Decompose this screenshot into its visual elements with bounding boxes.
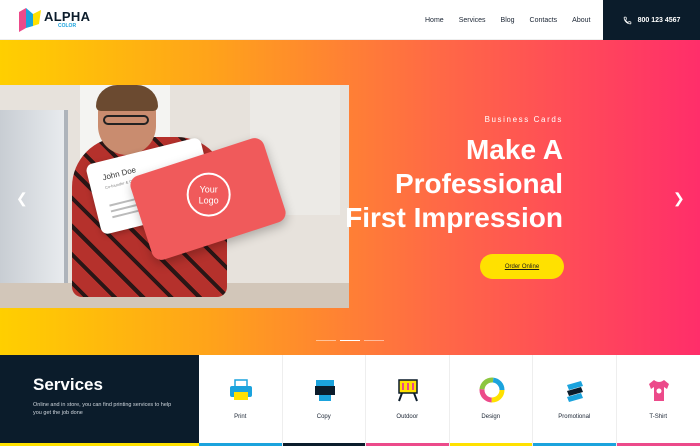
hero-headline: Make A Professional First Impression	[345, 133, 563, 235]
headline-line-1: Make A	[465, 134, 563, 165]
chevron-right-icon[interactable]: ❯	[673, 190, 685, 207]
service-label: Copy	[316, 414, 331, 420]
nav-services[interactable]: Services	[459, 17, 486, 24]
site-header: ALPHA COLOR Home Services Blog Contacts …	[0, 0, 700, 40]
order-online-button[interactable]: Order Online	[480, 254, 564, 279]
slider-pagination	[316, 340, 388, 341]
copier-icon	[314, 380, 335, 401]
service-label: Print	[234, 414, 247, 420]
nav-home[interactable]: Home	[425, 17, 444, 24]
service-tile-copy[interactable]: Copy	[282, 355, 366, 446]
photo-glasses	[103, 115, 149, 125]
chevron-left-icon[interactable]: ❮	[16, 190, 28, 207]
logo-subtext: COLOR	[58, 23, 77, 29]
seal-line-1: Your	[199, 184, 218, 195]
seal-line-2: Logo	[198, 195, 219, 206]
logo-seal: Your Logo	[186, 172, 231, 217]
color-wheel-icon	[479, 377, 504, 403]
service-label: Promotional	[558, 414, 591, 420]
logo-mark-icon	[19, 8, 41, 32]
nav-about[interactable]: About	[572, 17, 590, 24]
phone-icon	[623, 16, 631, 24]
brand-logo[interactable]: ALPHA COLOR	[17, 6, 90, 34]
service-label: Design	[481, 414, 501, 420]
photo-person-hair	[96, 85, 158, 111]
phone-contact[interactable]: 800 123 4567	[603, 0, 700, 40]
billboard-icon	[398, 379, 418, 402]
hero-slider: John Doe Co-founder & CEO Your Logo ❮ ❯ …	[0, 40, 700, 355]
hero-kicker: Business Cards	[484, 115, 563, 124]
slide-indicator[interactable]	[364, 340, 384, 341]
service-label: T-Shirt	[649, 414, 668, 420]
service-tile-promotional[interactable]: Promotional	[533, 355, 617, 446]
slide-indicator-active[interactable]	[340, 340, 360, 341]
photo-monitor	[0, 110, 68, 295]
logo-text: ALPHA	[44, 9, 91, 24]
services-title: Services	[33, 375, 103, 394]
slide-indicator[interactable]	[316, 340, 336, 341]
tshirt-icon	[648, 380, 669, 401]
stack-icon	[567, 381, 583, 402]
nav-blog[interactable]: Blog	[501, 17, 515, 24]
phone-number: 800 123 4567	[637, 16, 681, 24]
service-tile-print[interactable]: Print	[199, 355, 283, 446]
service-tile-design[interactable]: Design	[449, 355, 533, 446]
service-tile-tshirt[interactable]: T-Shirt	[616, 355, 700, 446]
services-intro: Services Online and in store, you can fi…	[0, 355, 199, 446]
services-tiles: Print Copy Outdoor Design Promotional T-…	[199, 355, 700, 446]
nav-contacts[interactable]: Contacts	[530, 17, 558, 24]
headline-line-2: Professional	[394, 168, 563, 199]
hero-photo: John Doe Co-founder & CEO Your Logo	[0, 85, 349, 308]
main-nav: Home Services Blog Contacts About	[425, 0, 605, 40]
service-label: Outdoor	[396, 414, 419, 420]
services-description: Online and in store, you can find printi…	[33, 402, 172, 416]
headline-line-3: First Impression	[345, 202, 563, 233]
service-tile-outdoor[interactable]: Outdoor	[366, 355, 450, 446]
printer-icon	[230, 379, 252, 400]
